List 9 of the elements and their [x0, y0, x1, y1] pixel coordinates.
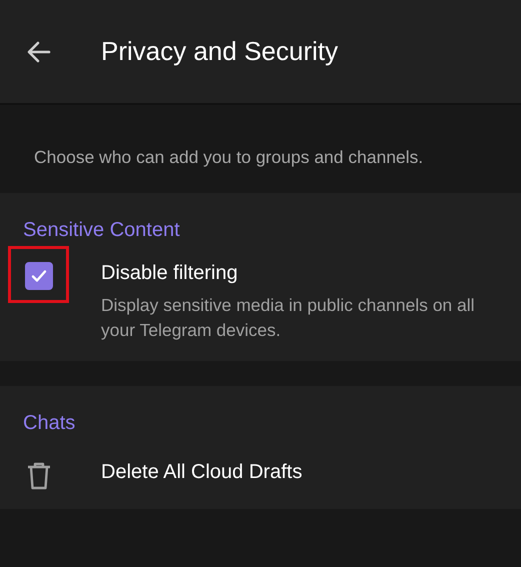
item-label[interactable]: Disable filtering [101, 262, 238, 285]
info-text: Choose who can add you to groups and channels. [34, 146, 424, 168]
checkbox[interactable] [25, 262, 53, 290]
trash-icon [26, 461, 52, 491]
item-label[interactable]: Delete All Cloud Drafts [101, 461, 302, 484]
section-title: Chats [23, 412, 76, 435]
page-title: Privacy and Security [101, 36, 338, 67]
section-title: Sensitive Content [23, 219, 180, 242]
item-description: Display sensitive media in public channels on all your Telegram devices. [101, 294, 476, 342]
